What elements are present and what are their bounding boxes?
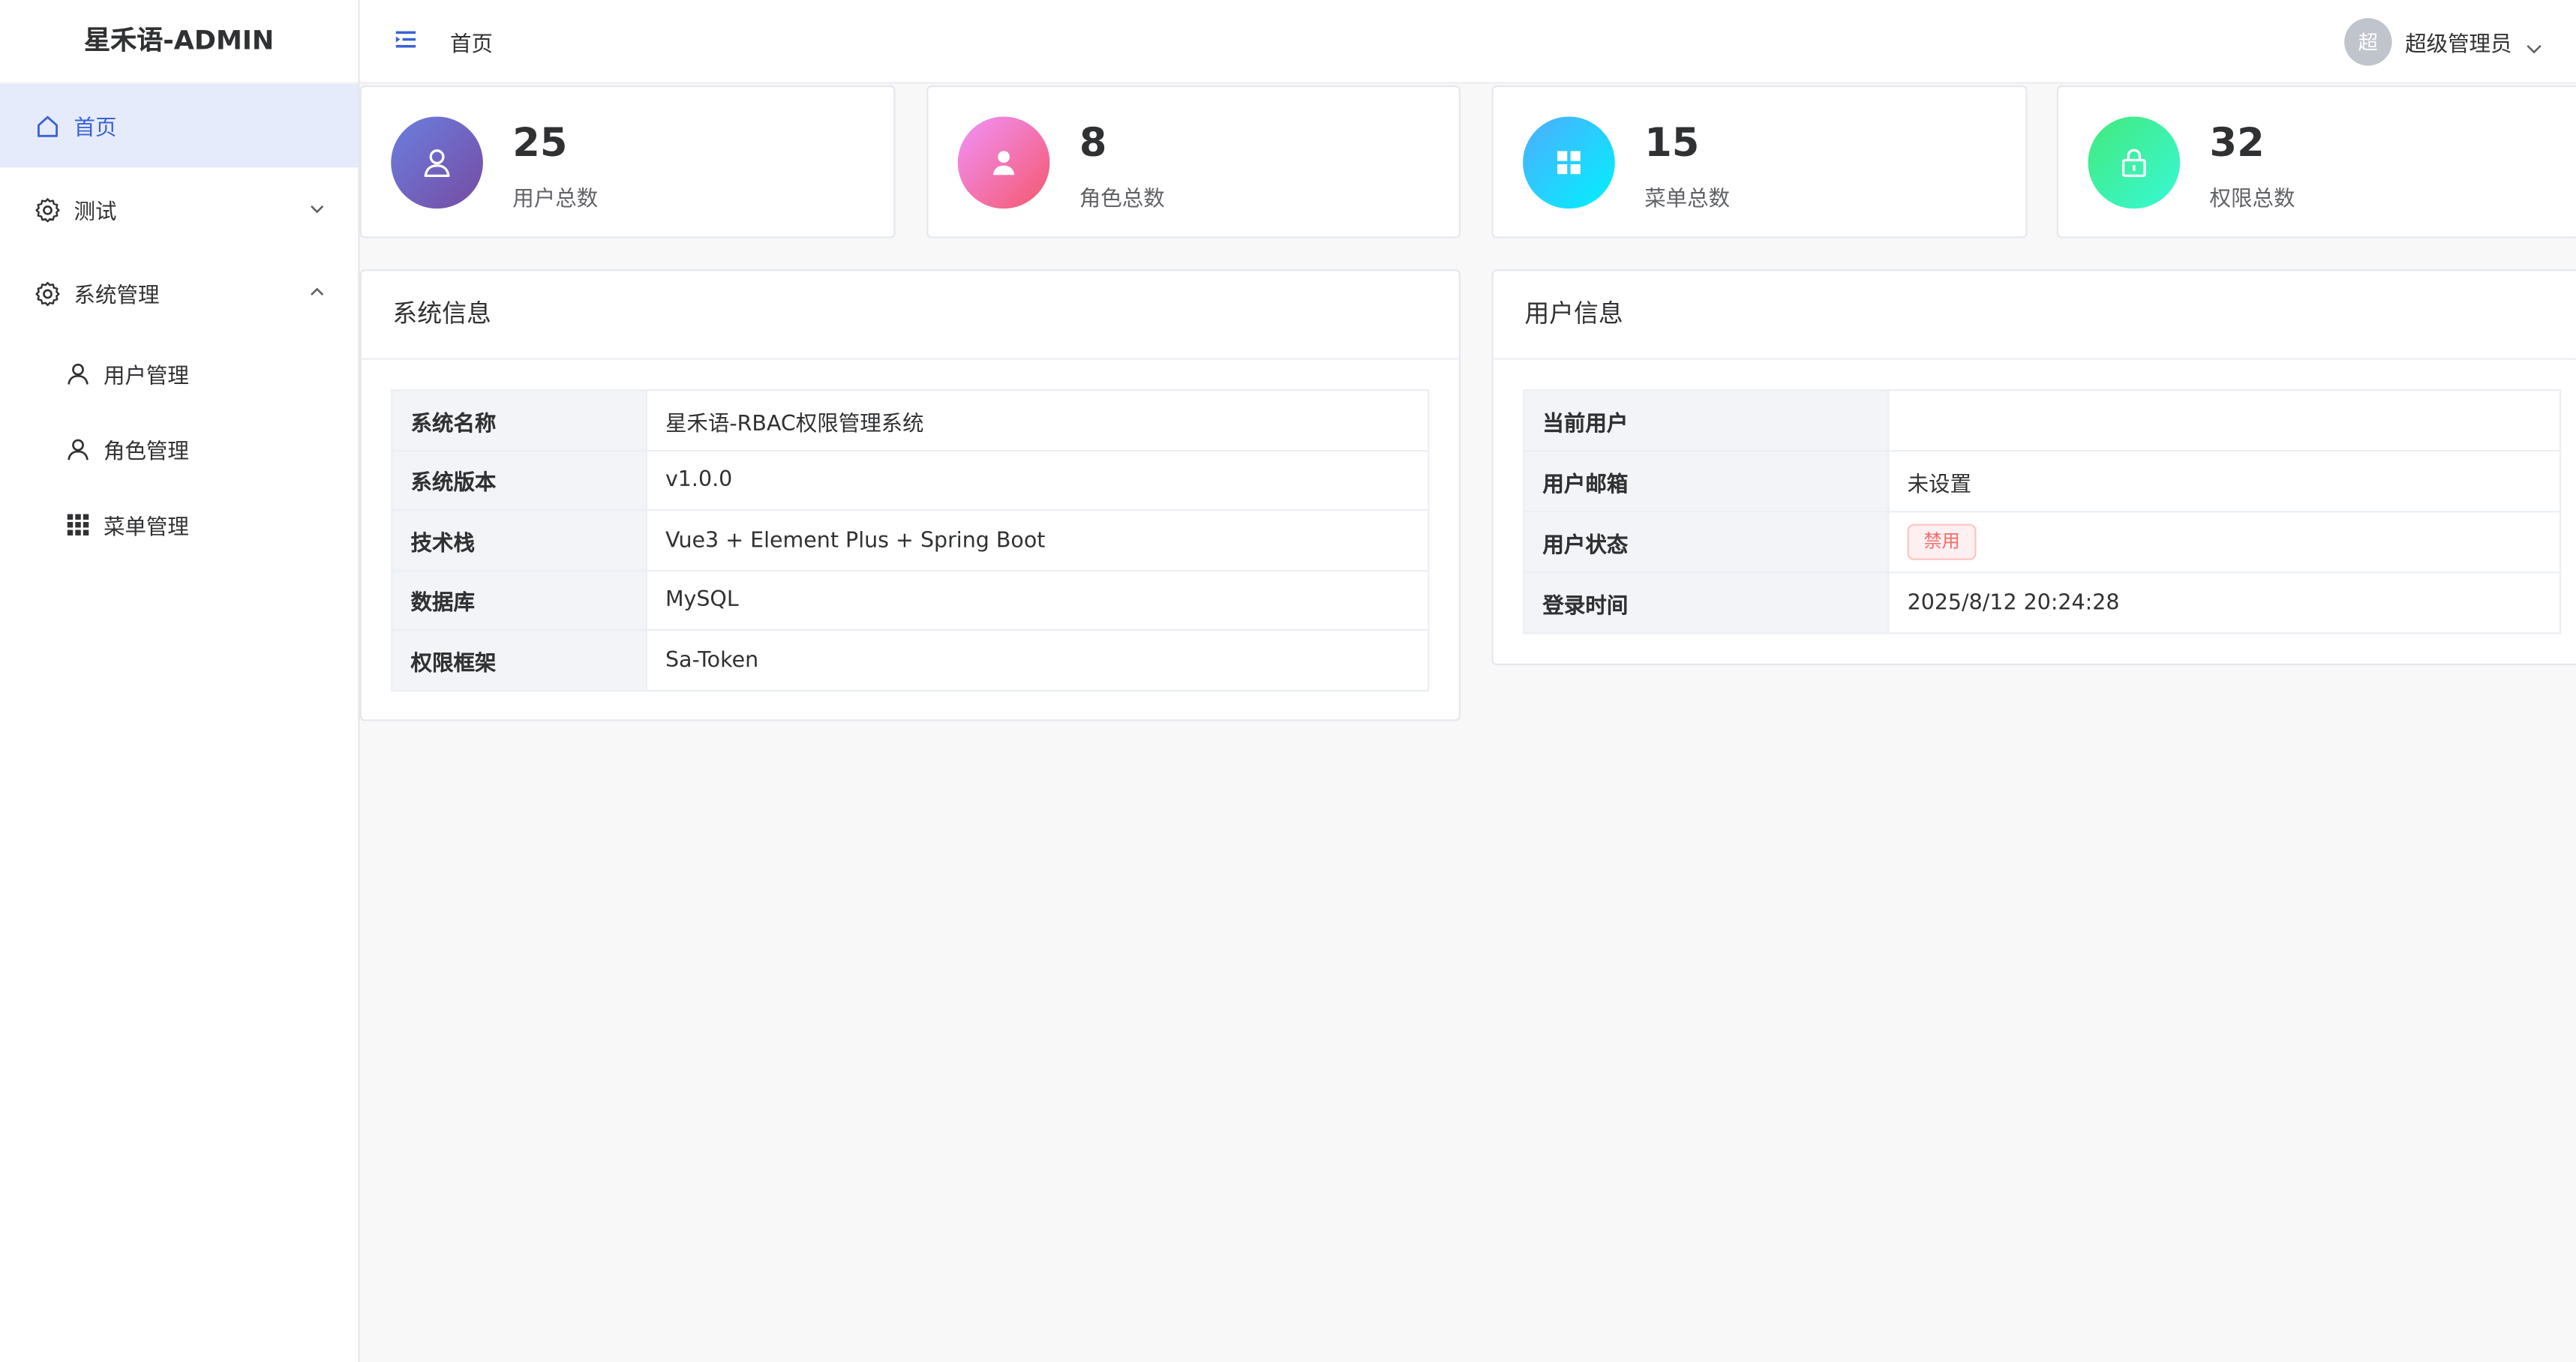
avatar[interactable]: 超 <box>2344 16 2392 65</box>
user-info-card: 用户信息 当前用户 用户邮箱 未设置 用户状态 禁用 登录时间 2025/8/1… <box>1491 269 2576 665</box>
stat-card-permissions: 32 权限总数 <box>2056 85 2576 238</box>
user-icon <box>66 361 91 386</box>
system-info-table: 系统名称 星禾语-RBAC权限管理系统 系统版本 v1.0.0 技术栈 Vue3… <box>391 389 1430 692</box>
user-dropdown[interactable]: 超 超级管理员 <box>2344 16 2543 66</box>
sidebar-item-label: 测试 <box>74 200 117 226</box>
sidebar: 星禾语-ADMIN 首页 测试 系统管理 用户管理 角色管理 菜单管理 <box>0 0 360 1362</box>
table-row: 系统版本 v1.0.0 <box>391 450 1430 512</box>
sidebar-item-label: 菜单管理 <box>103 514 189 540</box>
app-logo[interactable]: 星禾语-ADMIN <box>0 0 359 84</box>
table-row: 技术栈 Vue3 + Element Plus + Spring Boot <box>391 508 1430 572</box>
sidebar-item-label: 系统管理 <box>74 284 160 309</box>
grid-icon <box>1523 116 1615 209</box>
user-icon <box>66 436 91 460</box>
stat-value: 15 <box>1644 119 1700 166</box>
row-label: 用户邮箱 <box>1523 450 1890 513</box>
status-badge: 禁用 <box>1907 524 1977 560</box>
row-value <box>1887 389 2562 452</box>
stat-card-menus: 15 菜单总数 <box>1491 85 2028 238</box>
chevron-down-icon <box>309 199 326 215</box>
user-icon <box>391 116 483 209</box>
row-value: 禁用 <box>1887 511 2562 574</box>
table-row: 权限框架 Sa-Token <box>391 628 1430 692</box>
sidebar-item-label: 首页 <box>74 116 117 142</box>
home-icon <box>35 112 61 139</box>
menu-fold-icon[interactable] <box>392 26 419 52</box>
lock-icon <box>2088 116 2181 209</box>
table-row: 当前用户 <box>1523 389 2562 452</box>
row-label: 技术栈 <box>391 508 647 572</box>
stat-label: 角色总数 <box>1079 187 1165 212</box>
table-row: 系统名称 星禾语-RBAC权限管理系统 <box>391 389 1430 452</box>
stat-label: 菜单总数 <box>1644 187 1731 212</box>
sidebar-item-role-management[interactable]: 角色管理 <box>0 411 358 487</box>
row-label: 当前用户 <box>1523 389 1890 452</box>
row-value: 未设置 <box>1887 450 2562 513</box>
row-value: MySQL <box>645 569 1430 631</box>
app-root: 星禾语-ADMIN 首页 测试 系统管理 用户管理 角色管理 菜单管理 首页 超… <box>0 0 2576 1362</box>
card-title: 用户信息 <box>1493 271 2576 360</box>
gear-icon <box>35 196 61 223</box>
sidebar-item-home[interactable]: 首页 <box>0 83 359 168</box>
sidebar-item-label: 角色管理 <box>103 439 189 464</box>
stat-value: 32 <box>2209 119 2265 166</box>
stat-card-roles: 8 角色总数 <box>926 85 1461 238</box>
table-row: 用户状态 禁用 <box>1523 511 2562 574</box>
table-row: 用户邮箱 未设置 <box>1523 450 2562 513</box>
user-info-table: 当前用户 用户邮箱 未设置 用户状态 禁用 登录时间 2025/8/12 20:… <box>1523 389 2562 634</box>
stat-card-users: 25 用户总数 <box>359 85 896 238</box>
top-header: 首页 超 超级管理员 <box>359 0 2576 84</box>
sidebar-item-system[interactable]: 系统管理 <box>0 251 358 335</box>
stat-label: 权限总数 <box>2209 187 2295 212</box>
breadcrumb[interactable]: 首页 <box>450 26 493 58</box>
row-label: 数据库 <box>391 569 647 631</box>
row-label: 系统名称 <box>391 389 647 452</box>
row-label: 用户状态 <box>1523 511 1890 574</box>
row-label: 系统版本 <box>391 450 647 512</box>
user-name[interactable]: 超级管理员 <box>2405 26 2511 57</box>
sidebar-item-menu-management[interactable]: 菜单管理 <box>0 486 358 562</box>
gear-icon <box>35 280 61 306</box>
row-label: 登录时间 <box>1523 572 1890 634</box>
sidebar-item-label: 用户管理 <box>103 364 189 388</box>
sidebar-item-test[interactable]: 测试 <box>0 167 358 251</box>
card-title: 系统信息 <box>361 271 1459 360</box>
table-row: 数据库 MySQL <box>391 569 1430 631</box>
chevron-down-icon[interactable] <box>2525 32 2543 53</box>
row-value: 2025/8/12 20:24:28 <box>1887 572 2562 634</box>
grid-icon <box>66 512 91 536</box>
row-value: v1.0.0 <box>645 450 1430 512</box>
person-icon <box>957 116 1050 209</box>
system-info-card: 系统信息 系统名称 星禾语-RBAC权限管理系统 系统版本 v1.0.0 技术栈… <box>359 269 1461 722</box>
row-value: Vue3 + Element Plus + Spring Boot <box>645 508 1430 572</box>
stat-value: 25 <box>512 119 568 166</box>
stat-label: 用户总数 <box>512 187 599 212</box>
chevron-up-icon <box>309 283 326 299</box>
row-value: 星禾语-RBAC权限管理系统 <box>645 389 1430 452</box>
row-label: 权限框架 <box>391 628 647 692</box>
table-row: 登录时间 2025/8/12 20:24:28 <box>1523 572 2562 634</box>
sidebar-item-user-management[interactable]: 用户管理 <box>0 335 358 411</box>
row-value: Sa-Token <box>645 628 1430 692</box>
stat-value: 8 <box>1079 119 1107 166</box>
